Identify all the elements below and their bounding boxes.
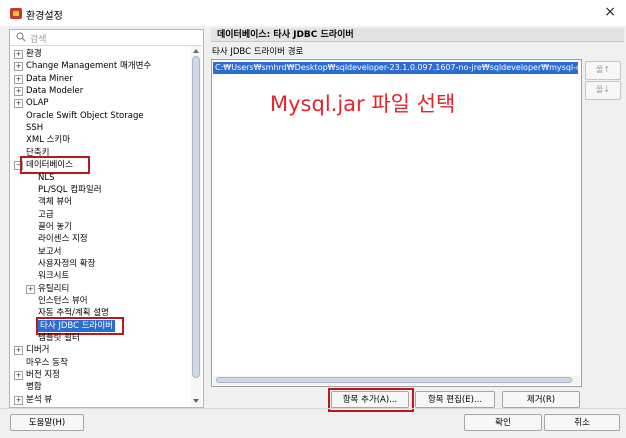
expand-icon[interactable]: + bbox=[14, 74, 23, 84]
tree-item-label: 병합 bbox=[26, 382, 42, 393]
scrollbar-thumb[interactable] bbox=[216, 377, 572, 383]
scrollbar-thumb[interactable] bbox=[192, 56, 200, 378]
remove-button[interactable]: 제거(R) bbox=[502, 391, 580, 408]
tree-item[interactable]: 고급 bbox=[10, 209, 188, 221]
preferences-window: 환경설정 × 검색 + 환경 + Change Management 매개변수 + Dat… bbox=[0, 0, 626, 438]
tree-item-label: 보고서 bbox=[38, 246, 62, 257]
search-placeholder: 검색 bbox=[30, 35, 47, 45]
tree-item[interactable]: 사용자정의 확장 bbox=[10, 258, 188, 270]
annotation-text: Mysql.jar 파일 선택 bbox=[270, 92, 456, 116]
move-down-button[interactable]: 올↓ bbox=[585, 81, 621, 100]
tree-item-label: 마우스 동작 bbox=[26, 357, 68, 368]
tree-item[interactable]: + 버전 지정 bbox=[10, 369, 188, 381]
app-icon bbox=[10, 8, 22, 19]
tree-item-label: Data Miner bbox=[26, 73, 73, 84]
edit-entry-button[interactable]: 항목 편집(E)... bbox=[415, 391, 495, 408]
tree-item[interactable]: + 유틸리티 bbox=[10, 283, 188, 295]
tree-item[interactable]: XML 스키마 bbox=[10, 134, 188, 146]
tree-item[interactable]: SSH bbox=[10, 122, 188, 134]
tree-item-label: Oracle Swift Object Storage bbox=[26, 110, 144, 121]
scroll-up-icon[interactable] bbox=[193, 49, 199, 53]
tree-item[interactable]: 끌어 놓기 bbox=[10, 221, 188, 233]
footer-divider bbox=[0, 408, 626, 409]
tree-item-label: 버전 지정 bbox=[26, 370, 60, 381]
tree-item-label: XML 스키마 bbox=[26, 135, 71, 146]
move-up-button[interactable]: 올↑ bbox=[585, 61, 621, 80]
search-icon bbox=[16, 32, 26, 42]
tree-item-label: NLS bbox=[38, 172, 55, 183]
tree-item[interactable]: 라이센스 지정 bbox=[10, 233, 188, 245]
expand-icon[interactable]: + bbox=[14, 87, 23, 97]
expand-icon[interactable]: + bbox=[14, 99, 23, 109]
expand-icon[interactable]: + bbox=[26, 284, 35, 294]
tree-item[interactable]: 워크시트 bbox=[10, 270, 188, 282]
tree-item-label: 디버거 bbox=[26, 345, 50, 356]
tree-item-label: OLAP bbox=[26, 98, 49, 109]
tree-item-label: 템플릿 필터 bbox=[38, 333, 80, 344]
tree-item[interactable]: + 디버거 bbox=[10, 344, 188, 356]
tree-item[interactable]: 병합 bbox=[10, 381, 188, 393]
expand-icon[interactable]: + bbox=[14, 371, 23, 381]
tree-item-label: 사용자정의 확장 bbox=[38, 258, 96, 269]
ok-button[interactable]: 확인 bbox=[464, 414, 542, 431]
tree-item-label: 분석 뷰 bbox=[26, 394, 53, 405]
tree-item[interactable]: + 분석 뷰 bbox=[10, 394, 188, 406]
tree-item[interactable]: 템플릿 필터 bbox=[10, 332, 188, 344]
cancel-button[interactable]: 취소 bbox=[544, 414, 620, 431]
preferences-tree-panel: 검색 + 환경 + Change Management 매개변수 + Data Miner… bbox=[9, 29, 204, 408]
tree-item[interactable]: 인스턴스 뷰어 bbox=[10, 295, 188, 307]
list-horizontal-scrollbar[interactable] bbox=[213, 376, 580, 385]
tree-item[interactable]: + Data Miner bbox=[10, 73, 188, 85]
tree-item[interactable]: + 환경 bbox=[10, 48, 188, 60]
tree-item-label: 워크시트 bbox=[38, 271, 70, 282]
close-button[interactable]: × bbox=[604, 4, 616, 20]
scroll-down-icon[interactable] bbox=[193, 399, 199, 403]
driver-path-label: 타사 JDBC 드라이버 경로 bbox=[212, 47, 304, 57]
tree-item[interactable]: 보고서 bbox=[10, 246, 188, 258]
help-button[interactable]: 도움말(H) bbox=[10, 414, 84, 431]
tree-item-label: Change Management 매개변수 bbox=[26, 61, 152, 72]
expand-icon[interactable]: + bbox=[14, 62, 23, 72]
tree-item-label: PL/SQL 컴파일러 bbox=[38, 184, 102, 195]
tree-item[interactable]: Oracle Swift Object Storage bbox=[10, 110, 188, 122]
tree-item[interactable]: PL/SQL 컴파일러 bbox=[10, 184, 188, 196]
tree-item[interactable]: + Change Management 매개변수 bbox=[10, 60, 188, 72]
tree-item-label: SSH bbox=[26, 123, 44, 134]
tree-item[interactable]: + OLAP bbox=[10, 97, 188, 109]
tree-item-label: 라이센스 지정 bbox=[38, 234, 88, 245]
tree-item-label: 끌어 놓기 bbox=[38, 221, 72, 232]
tree-item-label: 환경 bbox=[26, 49, 42, 59]
search-input[interactable]: 검색 bbox=[10, 30, 202, 46]
tree-item-label: 객체 뷰어 bbox=[38, 197, 72, 208]
window-title: 환경설정 bbox=[26, 11, 63, 22]
tree-vertical-scrollbar[interactable] bbox=[191, 46, 201, 406]
tree-item-label: 인스턴스 뷰어 bbox=[38, 296, 88, 306]
page-title: 데이터베이스: 타사 JDBC 드라이버 bbox=[211, 28, 624, 42]
expand-icon[interactable]: + bbox=[14, 346, 23, 356]
tree-item-label: 고급 bbox=[38, 209, 54, 220]
tree-item[interactable]: 객체 뷰어 bbox=[10, 196, 188, 208]
tree-item-label: 유틸리티 bbox=[38, 283, 70, 294]
expand-icon[interactable]: + bbox=[14, 395, 23, 405]
tree-item[interactable]: 마우스 동작 bbox=[10, 357, 188, 369]
tree-item[interactable]: NLS bbox=[10, 172, 188, 184]
expand-icon[interactable]: + bbox=[14, 50, 23, 59]
title-bar: 환경설정 × bbox=[0, 0, 626, 26]
tree-item-label: Data Modeler bbox=[26, 86, 84, 97]
list-item[interactable]: C:₩Users₩smhrd₩Desktop₩sqldeveloper-23.1… bbox=[213, 62, 578, 74]
tree-item[interactable]: + Data Modeler bbox=[10, 85, 188, 97]
